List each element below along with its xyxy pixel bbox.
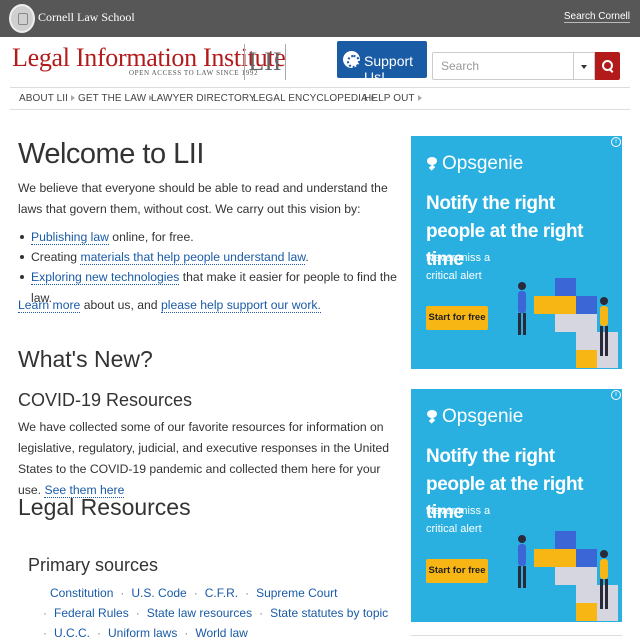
list-item: Exploring new technologies that make it … — [18, 267, 398, 305]
opsgenie-logo-icon — [427, 410, 437, 423]
primary-sources-row-3: · U.C.C. · Uniform laws · World law — [36, 626, 248, 640]
nav-label: GET THE LAW — [78, 93, 147, 104]
separator: · — [97, 626, 101, 640]
ad-cta-button[interactable]: Start for free — [426, 306, 488, 330]
support-us-button[interactable]: Support Us! — [337, 41, 427, 85]
search-button[interactable] — [595, 52, 620, 80]
list-item: Creating materials that help people unde… — [18, 247, 398, 267]
ucc-link[interactable]: U.C.C. — [54, 626, 90, 640]
constitution-link[interactable]: Constitution — [50, 586, 113, 600]
nav-lawyer-directory[interactable]: LAWYER DIRECTORY — [151, 93, 256, 104]
sidebar-divider — [411, 635, 622, 636]
legal-resources-heading: Legal Resources — [18, 494, 191, 520]
nav-get-the-law[interactable]: GET THE LAW — [78, 93, 154, 104]
supreme-court-link[interactable]: Supreme Court — [256, 586, 337, 600]
learn-more-text: about us, and — [80, 298, 161, 312]
ad-subtext: Never miss a critical alert — [426, 252, 491, 282]
search-scope-dropdown[interactable] — [573, 52, 595, 80]
covid-paragraph: We have collected some of our favorite r… — [18, 417, 398, 501]
ad-illustration — [518, 531, 618, 621]
lii-logo-tagline: OPEN ACCESS TO LAW SINCE 1992 — [129, 69, 259, 77]
cfr-link[interactable]: C.F.R. — [205, 586, 238, 600]
publishing-law-link[interactable]: Publishing law — [31, 230, 109, 245]
support-work-link[interactable]: please help support our work. — [160, 298, 321, 313]
support-us-label: Support Us! — [364, 53, 414, 85]
welcome-intro: We believe that everyone should be able … — [18, 181, 388, 216]
separator: · — [120, 586, 125, 600]
cornell-topbar: Cornell Law School Search Cornell — [0, 0, 640, 37]
ad-brand: Opsgenie — [442, 153, 524, 174]
nav-about-lii[interactable]: ABOUT LII — [19, 93, 76, 104]
primary-sources-row-2: · Federal Rules · State law resources · State… — [36, 606, 388, 620]
ad-illustration — [518, 278, 618, 368]
opsgenie-logo-icon — [427, 157, 437, 170]
opsgenie-ad-2[interactable]: i Opsgenie Notify the right people at th… — [411, 389, 622, 622]
cornell-seal-icon[interactable] — [9, 4, 35, 33]
chevron-right-icon — [71, 95, 76, 101]
nav-legal-encyclopedia[interactable]: LEGAL ENCYCLOPEDIA — [253, 93, 375, 104]
separator: · — [245, 586, 250, 600]
welcome-heading: Welcome to LII — [18, 138, 204, 170]
bullet-text: Creating — [31, 250, 81, 264]
ad-cta-button[interactable]: Start for free — [426, 559, 488, 583]
covid-heading: COVID-19 Resources — [18, 390, 193, 410]
state-law-resources-link[interactable]: State law resources — [147, 606, 252, 620]
separator: · — [43, 626, 47, 640]
opsgenie-ad-1[interactable]: i Opsgenie Notify the right people at th… — [411, 136, 622, 369]
search-input[interactable] — [432, 52, 573, 80]
exploring-tech-link[interactable]: Exploring new technologies — [31, 270, 180, 285]
separator: · — [184, 626, 189, 640]
nav-label: LAWYER DIRECTORY — [151, 93, 256, 104]
nav-label: HELP OUT — [364, 93, 415, 104]
primary-sources-row-1: Constitution · U.S. Code · C.F.R. · Supreme Co… — [50, 586, 337, 600]
ad-subtext: Never miss a critical alert — [426, 505, 491, 535]
bullet-text: online, for free. — [108, 230, 194, 244]
separator: · — [43, 606, 47, 620]
bullet-text: . — [305, 250, 309, 264]
lii-logo-mark[interactable]: LII — [244, 44, 286, 80]
chevron-right-icon — [417, 95, 422, 101]
world-law-link[interactable]: World law — [195, 626, 247, 640]
list-item: Publishing law online, for free. — [18, 227, 398, 247]
adchoices-icon[interactable]: i — [611, 390, 621, 400]
learn-more-line: Learn more about us, and please help sup… — [18, 295, 398, 316]
uniform-laws-link[interactable]: Uniform laws — [108, 626, 177, 640]
nav-label: LEGAL ENCYCLOPEDIA — [253, 93, 368, 104]
main-nav: ABOUT LII GET THE LAW LAWYER DIRECTORY L… — [10, 87, 630, 110]
nav-help-out[interactable]: HELP OUT — [364, 93, 422, 104]
separator: · — [135, 606, 140, 620]
cornell-law-school-link[interactable]: Cornell Law School — [38, 10, 135, 25]
materials-link[interactable]: materials that help people understand la… — [80, 250, 306, 265]
adchoices-icon[interactable]: i — [611, 137, 621, 147]
nav-label: ABOUT LII — [19, 93, 69, 104]
us-code-link[interactable]: U.S. Code — [131, 586, 186, 600]
search-cornell-link[interactable]: Search Cornell — [563, 11, 630, 23]
donate-icon — [343, 51, 360, 68]
learn-more-link[interactable]: Learn more — [18, 298, 81, 313]
primary-sources-heading: Primary sources — [28, 555, 159, 575]
federal-rules-link[interactable]: Federal Rules — [54, 606, 129, 620]
state-statutes-link[interactable]: State statutes by topic — [270, 606, 388, 620]
mission-list: Publishing law online, for free. Creatin… — [18, 227, 398, 305]
separator: · — [193, 586, 198, 600]
whats-new-heading: What's New? — [18, 346, 153, 372]
ad-brand: Opsgenie — [442, 406, 524, 427]
separator: · — [259, 606, 264, 620]
